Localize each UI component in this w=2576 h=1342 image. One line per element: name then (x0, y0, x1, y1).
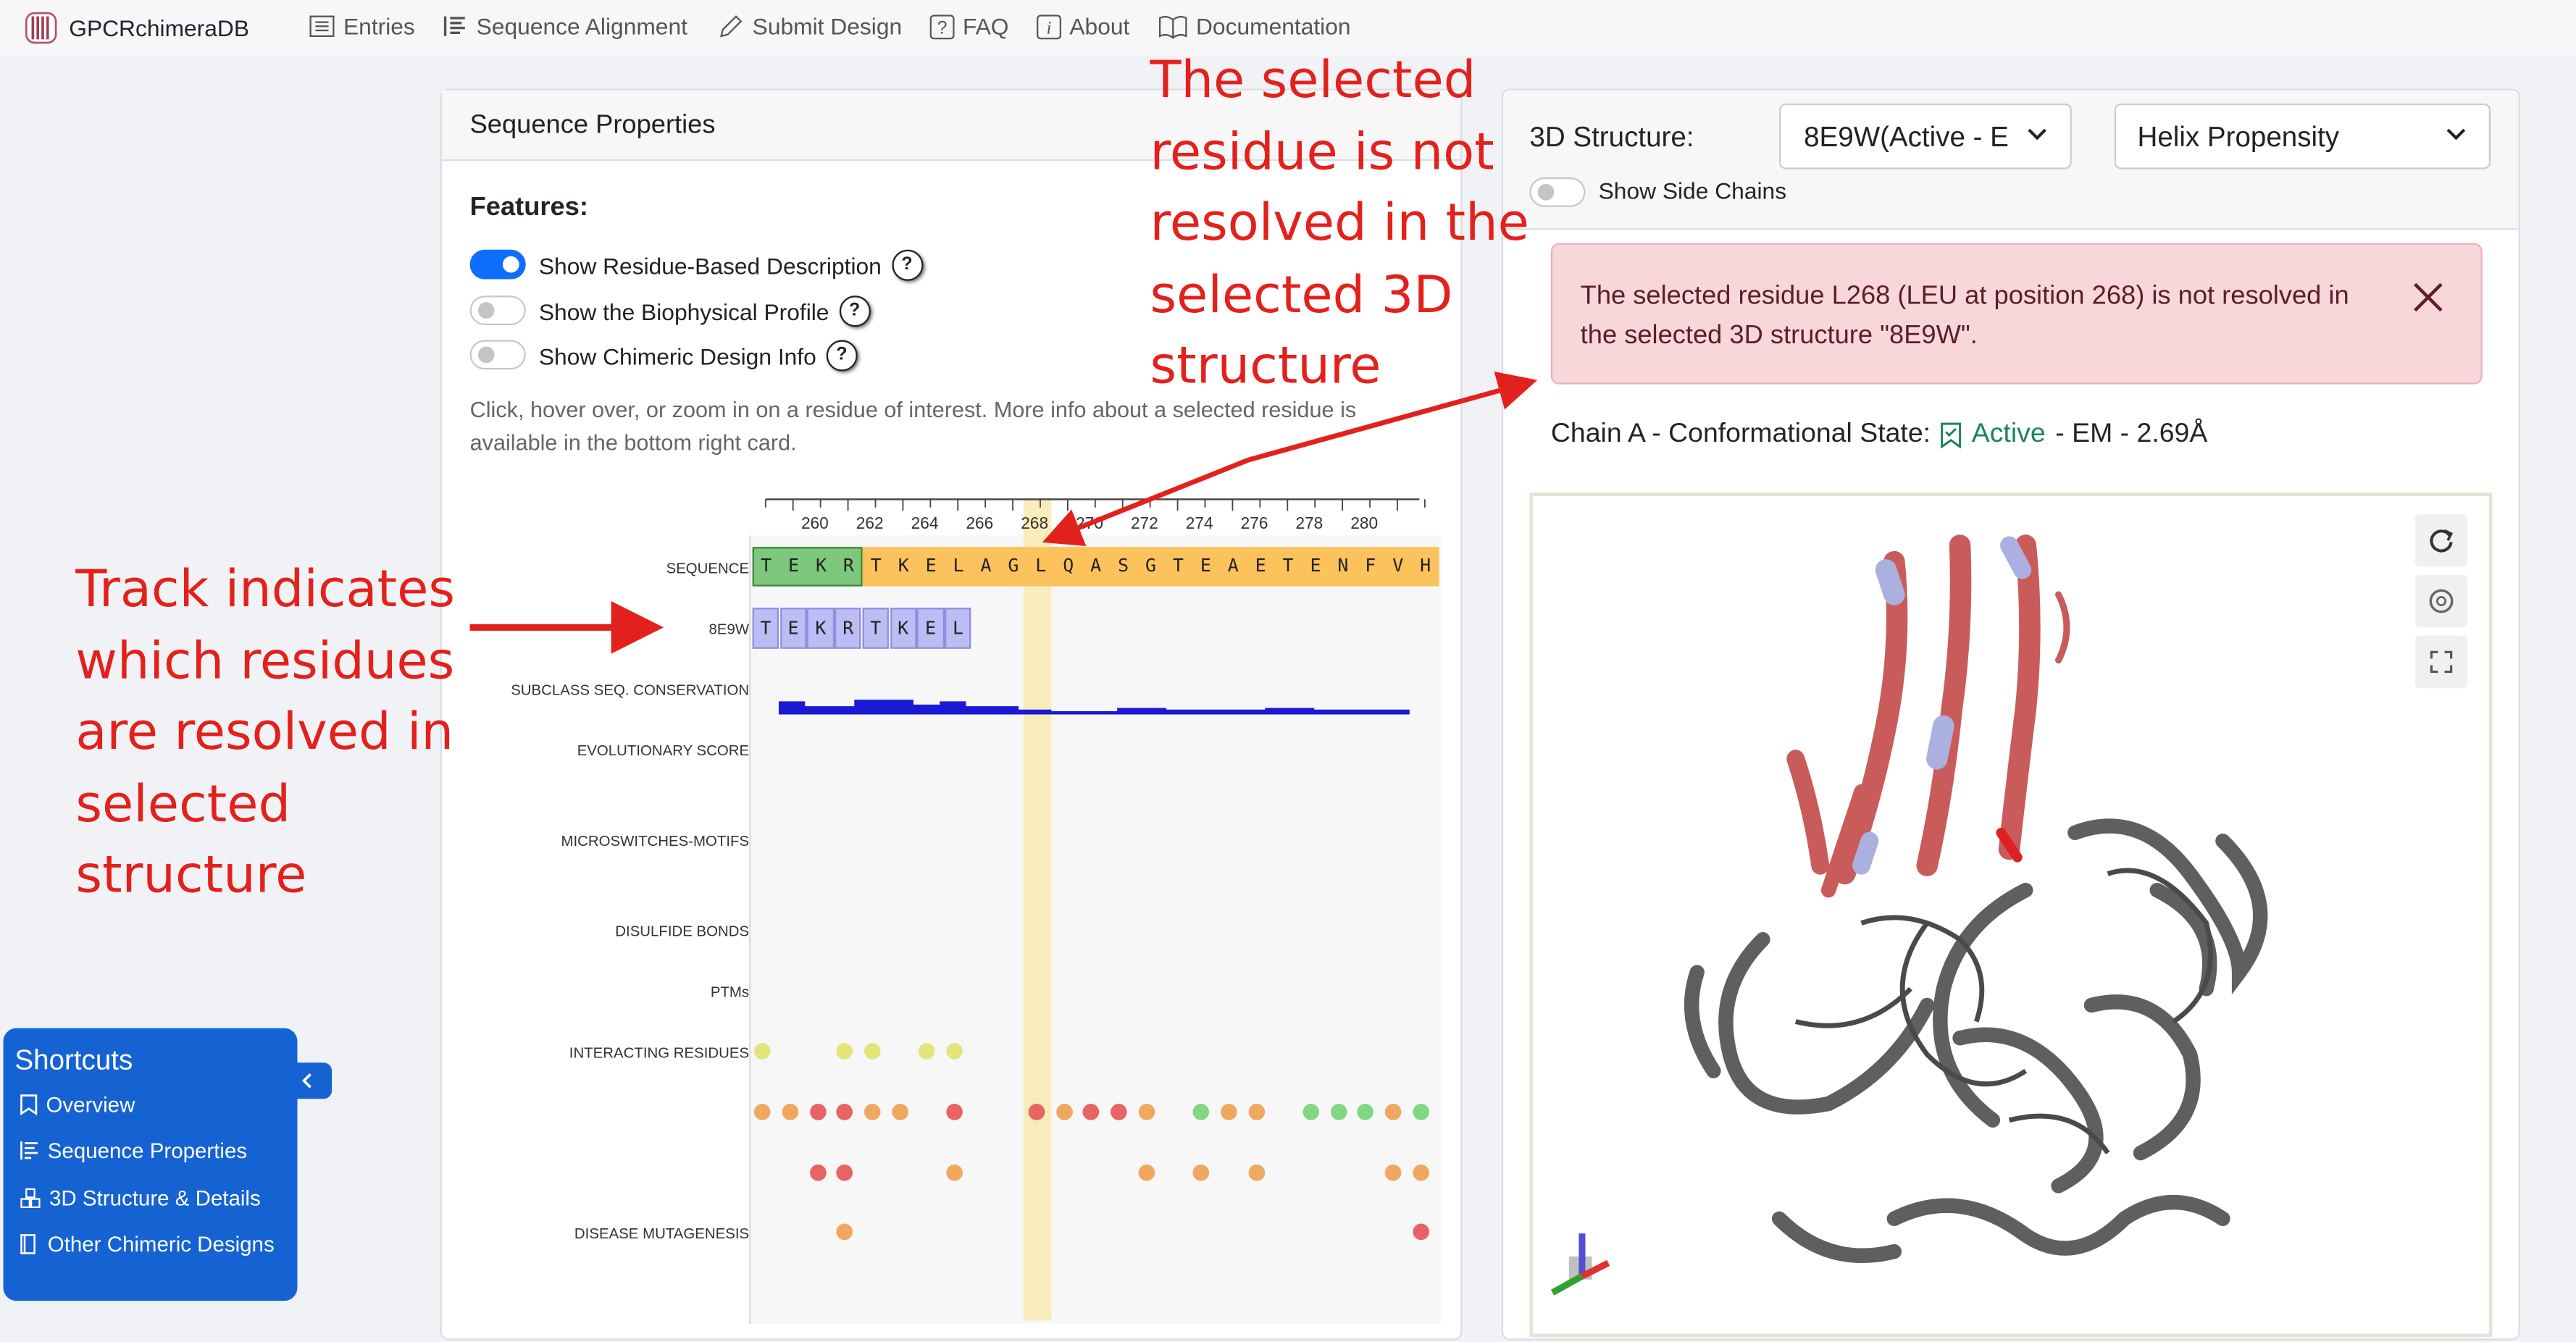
annotation-arrows (469, 372, 1538, 654)
